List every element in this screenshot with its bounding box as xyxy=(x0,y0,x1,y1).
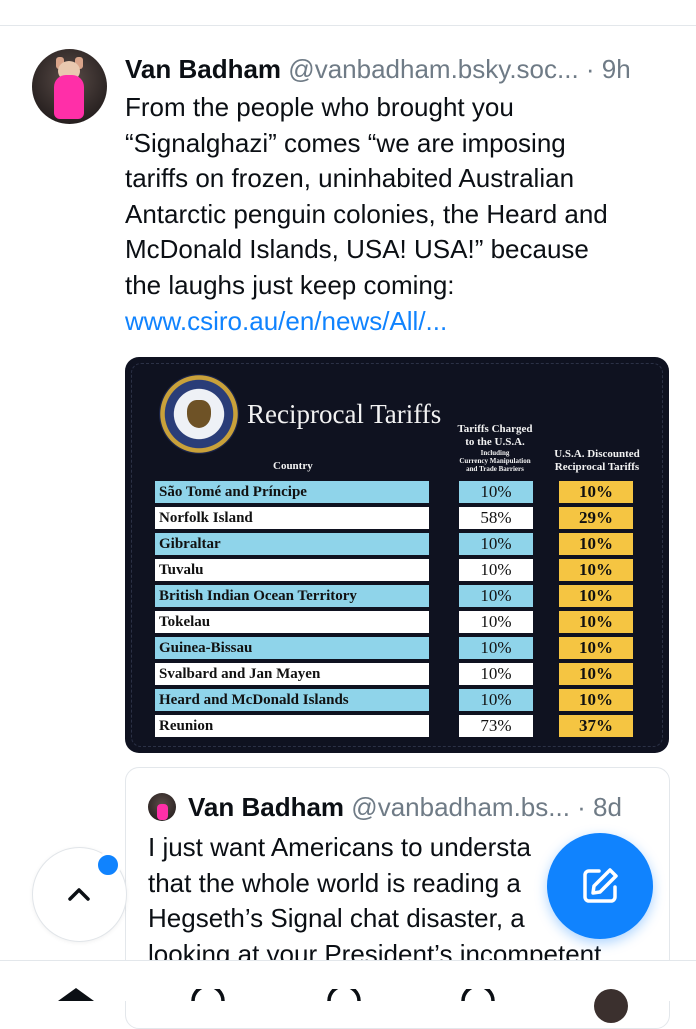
country-cell: Guinea-Bissau xyxy=(155,637,429,659)
quoted-handle: @vanbadham.bs... xyxy=(351,792,570,822)
discounted-cell: 10% xyxy=(559,585,633,607)
post-link[interactable]: www.csiro.au/en/news/All/... xyxy=(125,304,680,340)
table-row: British Indian Ocean Territory 10% 10% xyxy=(125,585,669,607)
table-row: São Tomé and Príncipe 10% 10% xyxy=(125,481,669,503)
quoted-post-header: Van Badham @vanbadham.bs... · 8d xyxy=(188,792,622,823)
country-cell: Tuvalu xyxy=(155,559,429,581)
chat-icon[interactable] xyxy=(326,989,362,1001)
chevron-up-icon xyxy=(68,888,90,901)
table-row: Gibraltar 10% 10% xyxy=(125,533,669,555)
country-cell: Gibraltar xyxy=(155,533,429,555)
post-text-line: the laughs just keep coming: xyxy=(125,269,455,300)
header-line: U.S.A. Discounted xyxy=(554,448,640,460)
post-text-line: From the people who brought you xyxy=(125,92,514,122)
post-text-line: tariffs on frozen, uninhabited Australia… xyxy=(125,163,575,194)
charged-cell: 10% xyxy=(459,559,533,581)
discounted-cell: 10% xyxy=(559,533,633,555)
discounted-cell: 10% xyxy=(559,611,633,633)
post-text: From the people who brought you “Signalg… xyxy=(125,90,680,339)
compose-post-button[interactable] xyxy=(547,833,653,939)
charged-cell: 10% xyxy=(459,611,533,633)
header-note: Including xyxy=(480,449,510,457)
post-text-line: McDonald Islands, USA! USA!” because xyxy=(125,234,589,265)
country-cell: São Tomé and Príncipe xyxy=(155,481,429,503)
seal-eagle xyxy=(187,400,211,428)
charged-cell: 10% xyxy=(459,481,533,503)
table-row: Tuvalu 10% 10% xyxy=(125,559,669,581)
quoted-author-avatar xyxy=(148,793,176,821)
table-row: Norfolk Island 58% 29% xyxy=(125,507,669,529)
discounted-cell: 10% xyxy=(559,481,633,503)
top-divider xyxy=(0,25,696,26)
discounted-cell: 10% xyxy=(559,689,633,711)
country-cell: Svalbard and Jan Mayen xyxy=(155,663,429,685)
notifications-icon[interactable] xyxy=(460,989,496,1001)
avatar-body xyxy=(157,804,168,820)
country-cell: British Indian Ocean Territory xyxy=(155,585,429,607)
search-icon[interactable] xyxy=(190,989,226,1001)
table-row: Heard and McDonald Islands 10% 10% xyxy=(125,689,669,711)
table-row: Reunion 73% 37% xyxy=(125,715,669,737)
quoted-author: Van Badham xyxy=(188,792,345,822)
column-header-country: Country xyxy=(273,460,313,472)
table-row: Tokelau 10% 10% xyxy=(125,611,669,633)
charged-cell: 10% xyxy=(459,585,533,607)
table-row: Svalbard and Jan Mayen 10% 10% xyxy=(125,663,669,685)
presidential-seal-icon xyxy=(159,374,239,454)
discounted-cell: 37% xyxy=(559,715,633,737)
charged-cell: 58% xyxy=(459,507,533,529)
post-header: Van Badham @vanbadham.bsky.soc... · 9h xyxy=(125,54,685,85)
charged-cell: 10% xyxy=(459,533,533,555)
quoted-time: · 8d xyxy=(577,792,622,822)
home-icon[interactable] xyxy=(56,987,96,1001)
charged-cell: 10% xyxy=(459,637,533,659)
header-note: Currency Manipulation xyxy=(459,457,531,465)
embedded-tariff-image[interactable]: Reciprocal Tariffs Country Tariffs Charg… xyxy=(125,357,669,753)
discounted-cell: 10% xyxy=(559,663,633,685)
table-row: Guinea-Bissau 10% 10% xyxy=(125,637,669,659)
country-cell: Heard and McDonald Islands xyxy=(155,689,429,711)
charged-cell: 10% xyxy=(459,663,533,685)
column-header-discounted: U.S.A. Discounted Reciprocal Tariffs xyxy=(551,448,643,474)
country-cell: Norfolk Island xyxy=(155,507,429,529)
post-time[interactable]: · 9h xyxy=(586,54,631,84)
header-line: to the U.S.A. xyxy=(465,436,525,448)
charged-cell: 10% xyxy=(459,689,533,711)
author-avatar[interactable] xyxy=(32,49,107,124)
post-text-line: “Signalghazi” comes “we are imposing xyxy=(125,127,566,158)
new-posts-indicator xyxy=(95,852,121,878)
header-note: and Trade Barriers xyxy=(466,465,524,473)
post-handle[interactable]: @vanbadham.bsky.soc... xyxy=(288,54,578,84)
post-text-line: Antarctic penguin colonies, the Heard an… xyxy=(125,198,608,229)
table-title: Reciprocal Tariffs xyxy=(247,399,442,429)
header-line: Reciprocal Tariffs xyxy=(554,461,640,473)
column-header-charged: Tariffs Charged to the U.S.A. Including … xyxy=(447,423,543,473)
post-author[interactable]: Van Badham xyxy=(125,54,281,84)
profile-avatar[interactable] xyxy=(594,989,628,1023)
compose-icon xyxy=(583,868,618,903)
header-line: Tariffs Charged xyxy=(457,423,533,435)
charged-cell: 73% xyxy=(459,715,533,737)
avatar-body xyxy=(54,75,84,119)
country-cell: Tokelau xyxy=(155,611,429,633)
bottom-navigation xyxy=(0,960,696,1023)
country-cell: Reunion xyxy=(155,715,429,737)
discounted-cell: 10% xyxy=(559,637,633,659)
discounted-cell: 29% xyxy=(559,507,633,529)
discounted-cell: 10% xyxy=(559,559,633,581)
